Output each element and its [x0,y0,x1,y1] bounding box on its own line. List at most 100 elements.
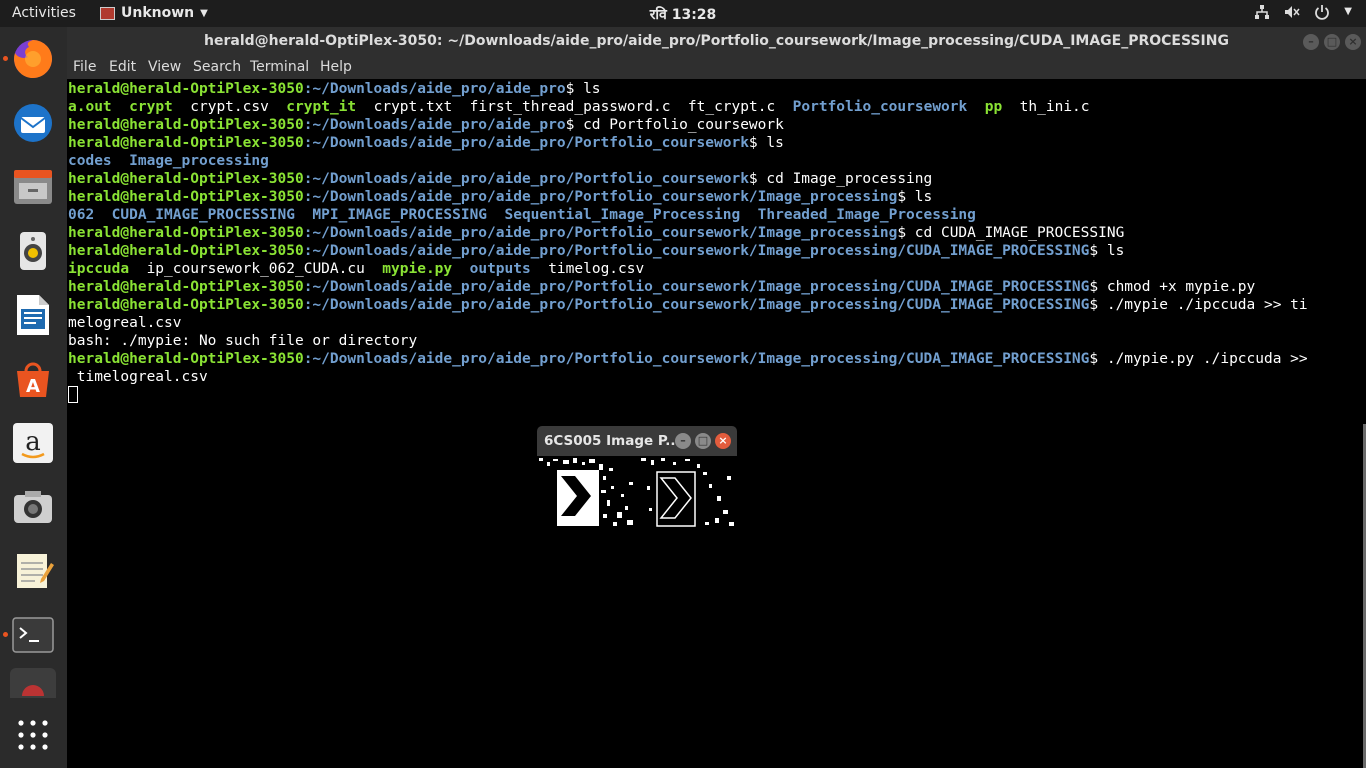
terminal-icon[interactable] [10,612,56,658]
terminal-title-bar[interactable]: herald@herald-OptiPlex-3050: ~/Downloads… [67,27,1366,57]
terminal-line: timelogreal.csv [68,368,1363,386]
chevron-down-icon[interactable]: ▼ [1344,4,1352,24]
app-menu-label: Unknown [121,5,195,21]
prompt-user: herald@herald-OptiPlex-3050 [68,225,304,241]
prompt-path: :~/Downloads/aide_pro/aide_pro [303,81,566,97]
command-text: $ ls [1089,243,1125,259]
prompt-user: herald@herald-OptiPlex-3050 [68,189,304,205]
files-icon[interactable] [10,164,56,210]
close-icon[interactable]: × [715,433,731,449]
system-tray[interactable]: ▼ [1254,4,1352,24]
volume-muted-icon[interactable] [1284,4,1300,24]
clock[interactable]: रवि 13:28 [650,7,717,23]
menu-edit[interactable]: Edit [109,59,136,75]
prompt-user: herald@herald-OptiPlex-3050 [68,243,304,259]
app-menu[interactable]: Unknown ▼ [100,5,208,21]
prompt-path: :~/Downloads/aide_pro/aide_pro/Portfolio… [303,189,898,205]
command-text: $ ./mypie ./ipccuda >> ti [1089,297,1308,313]
terminal-menubar: File Edit View Search Terminal Help [67,57,1366,79]
dock: A a [0,27,67,768]
command-text: $ ls [565,81,601,97]
file-entry: a.out [68,99,112,115]
activities-button[interactable]: Activities [12,5,76,21]
maximize-icon[interactable]: □ [695,433,711,449]
file-entry: ipccuda [68,261,130,277]
maximize-icon[interactable]: □ [1324,34,1340,50]
file-entry: timelog.csv [548,261,645,277]
prompt-user: herald@herald-OptiPlex-3050 [68,81,304,97]
terminal-line: herald@herald-OptiPlex-3050:~/Downloads/… [68,116,1363,134]
image-window-title-bar[interactable]: 6CS005 Image P... – □ × [537,426,737,456]
rhythmbox-icon[interactable] [10,228,56,274]
minimize-icon[interactable]: – [1303,34,1319,50]
camera-icon[interactable] [10,484,56,530]
software-center-icon[interactable]: A [10,356,56,402]
chevron-down-icon: ▼ [200,7,208,19]
prompt-user: herald@herald-OptiPlex-3050 [68,351,304,367]
text-editor-icon[interactable] [10,548,56,594]
prompt-path: :~/Downloads/aide_pro/aide_pro/Portfolio… [303,279,1090,295]
writer-icon[interactable] [10,292,56,338]
command-text: $ chmod +x mypie.py [1089,279,1256,295]
dir-entry: Portfolio_coursework [792,99,968,115]
prompt-user: herald@herald-OptiPlex-3050 [68,171,304,187]
power-icon[interactable] [1314,4,1330,24]
thunderbird-icon[interactable] [10,100,56,146]
menu-terminal[interactable]: Terminal [250,59,309,75]
app-grid-icon[interactable] [10,712,56,758]
prompt-user: herald@herald-OptiPlex-3050 [68,135,304,151]
terminal-line: herald@herald-OptiPlex-3050:~/Downloads/… [68,350,1363,368]
minimize-icon[interactable]: – [675,433,691,449]
prompt-path: :~/Downloads/aide_pro/aide_pro/Portfolio… [303,135,749,151]
prompt-user: herald@herald-OptiPlex-3050 [68,117,304,133]
file-entry: mypie.py [382,261,453,277]
network-icon[interactable] [1254,4,1270,24]
command-text: $ cd Image_processing [748,171,933,187]
menu-file[interactable]: File [73,59,96,75]
terminal-line: herald@herald-OptiPlex-3050:~/Downloads/… [68,224,1363,242]
terminal-line: bash: ./mypie: No such file or directory [68,332,1363,350]
image-processing-window[interactable]: 6CS005 Image P... – □ × [537,426,737,529]
terminal-line: ipccuda ip_coursework_062_CUDA.cu mypie.… [68,260,1363,278]
terminal-line: herald@herald-OptiPlex-3050:~/Downloads/… [68,80,1363,98]
terminal-line: codes Image_processing [68,152,1363,170]
file-entry: th_ini.c [1019,99,1090,115]
terminal-cursor [68,386,78,403]
menu-search[interactable]: Search [193,59,241,75]
app-menu-icon [100,6,115,20]
command-text: $ cd Portfolio_coursework [565,117,784,133]
file-entry: crypt_it [286,99,357,115]
prompt-path: :~/Downloads/aide_pro/aide_pro/Portfolio… [303,171,749,187]
prompt-path: :~/Downloads/aide_pro/aide_pro/Portfolio… [303,351,1090,367]
running-indicator [3,56,8,61]
file-entry: pp [984,99,1003,115]
window-controls: – □ × [1303,34,1361,50]
prompt-path: :~/Downloads/aide_pro/aide_pro/Portfolio… [303,243,1090,259]
disk-icon[interactable] [10,668,56,698]
svg-text:A: A [26,376,40,397]
terminal-output[interactable]: herald@herald-OptiPlex-3050:~/Downloads/… [67,80,1363,768]
terminal-line: herald@herald-OptiPlex-3050:~/Downloads/… [68,188,1363,206]
top-bar: Activities Unknown ▼ रवि 13:28 ▼ [0,0,1366,27]
terminal-line: melogreal.csv [68,314,1363,332]
amazon-icon[interactable]: a [10,420,56,466]
command-text: $ ./mypie.py ./ipccuda >> [1089,351,1308,367]
menu-view[interactable]: View [148,59,181,75]
error-text: bash: ./mypie: No such file or directory [68,333,418,349]
close-icon[interactable]: × [1345,34,1361,50]
window-title: herald@herald-OptiPlex-3050: ~/Downloads… [204,33,1229,49]
command-text: timelogreal.csv [68,369,208,385]
dir-entry: 062 CUDA_IMAGE_PROCESSING MPI_IMAGE_PROC… [68,207,976,223]
prompt-user: herald@herald-OptiPlex-3050 [68,279,304,295]
svg-text:a: a [25,427,41,457]
terminal-line: 062 CUDA_IMAGE_PROCESSING MPI_IMAGE_PROC… [68,206,1363,224]
prompt-path: :~/Downloads/aide_pro/aide_pro/Portfolio… [303,225,898,241]
file-entry: ip_coursework_062_CUDA.cu [146,261,365,277]
command-text: $ ls [897,189,933,205]
menu-help[interactable]: Help [320,59,352,75]
firefox-icon[interactable] [10,36,56,82]
prompt-path: :~/Downloads/aide_pro/aide_pro/Portfolio… [303,297,1090,313]
prompt-path: :~/Downloads/aide_pro/aide_pro [303,117,566,133]
image-window-title: 6CS005 Image P... [544,433,681,449]
terminal-line: a.out crypt crypt.csv crypt_it crypt.txt… [68,98,1363,116]
